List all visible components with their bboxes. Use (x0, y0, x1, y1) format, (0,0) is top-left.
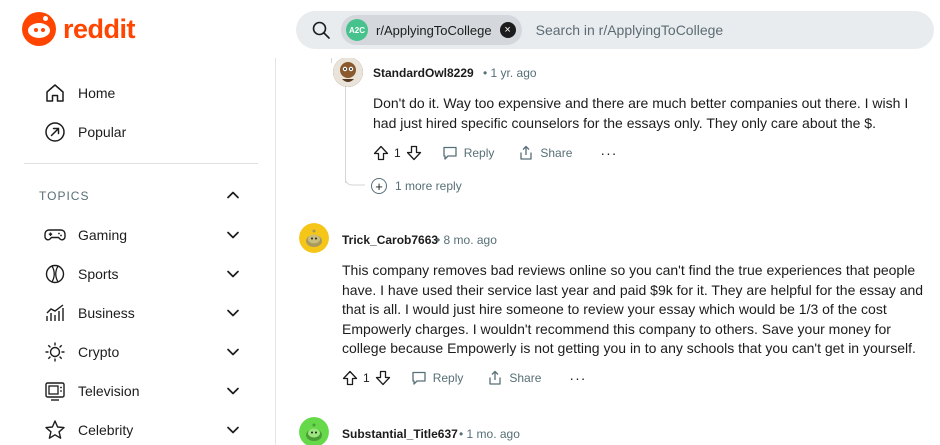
comments-area: StandardOwl8229 • 1 yr. ago Don't do it.… (276, 58, 940, 445)
comment-bubble-icon (443, 146, 457, 160)
snoo-avatar-icon (299, 417, 329, 445)
sidebar-item-label: Gaming (78, 227, 128, 243)
chevron-down-icon[interactable] (225, 422, 241, 438)
sidebar-item-label: Celebrity (78, 422, 134, 438)
logo-text: reddit (63, 13, 136, 44)
more-options-icon[interactable]: ··· (569, 370, 586, 386)
share-label: Share (540, 146, 573, 160)
expand-plus-icon: + (371, 178, 387, 194)
comment-line: college because Empowerly is not getting… (342, 340, 916, 356)
sidebar-item-label: Television (78, 383, 140, 399)
gamepad-icon (44, 229, 66, 241)
downvote-icon (406, 145, 421, 161)
chart-icon (46, 304, 64, 321)
chevron-down-icon[interactable] (225, 383, 241, 399)
sidebar-item-label: Popular (78, 124, 127, 140)
chevron-up-icon[interactable] (225, 187, 241, 203)
subreddit-chip-label: r/ApplyingToCollege (376, 22, 492, 38)
ball-icon (45, 264, 65, 284)
more-options-icon[interactable]: ··· (600, 145, 617, 161)
sidebar-item-home[interactable]: Home (44, 81, 115, 105)
divider (24, 163, 258, 164)
chevron-down-icon[interactable] (225, 227, 241, 243)
avatar[interactable] (299, 417, 329, 445)
thread-line (331, 58, 332, 63)
downvote-icon (375, 370, 390, 386)
share-label: Share (509, 371, 542, 385)
vote-count: 1 (363, 371, 370, 385)
downvote-button[interactable] (375, 370, 391, 386)
reply-button[interactable]: Reply (411, 370, 464, 386)
sidebar-item-gaming[interactable]: Gaming (44, 223, 127, 247)
avatar[interactable] (333, 58, 363, 87)
sidebar-item-business[interactable]: Business (44, 301, 135, 325)
chevron-down-icon[interactable] (225, 305, 241, 321)
more-replies-button[interactable]: + 1 more reply (371, 178, 462, 194)
sidebar-item-label: Home (78, 85, 116, 101)
comment-timestamp[interactable]: • 1 yr. ago (483, 66, 537, 80)
upvote-icon (342, 370, 358, 386)
reply-label: Reply (432, 371, 464, 385)
snoo-avatar-icon (299, 223, 329, 253)
comment-actions: 1 Reply Share ··· (373, 141, 617, 165)
upvote-icon (373, 145, 389, 161)
sidebar-item-sports[interactable]: Sports (44, 262, 118, 286)
comment-timestamp[interactable]: • 8 mo. ago (436, 233, 497, 247)
reddit-logo[interactable]: reddit (22, 12, 136, 46)
sidebar-item-popular[interactable]: Popular (44, 120, 126, 144)
comment-line: Don't do it. Way too expensive and there… (373, 95, 909, 111)
close-icon[interactable]: × (499, 22, 516, 38)
avatar[interactable] (299, 223, 329, 253)
star-icon (45, 420, 65, 439)
comment-username[interactable]: Substantial_Title637 (342, 427, 458, 441)
comment-line: Empowerly charges. I wouldn't recommend … (342, 320, 891, 337)
search-bar[interactable]: A2C r/ApplyingToCollege × Search in r/Ap… (296, 11, 934, 49)
thread-curve (345, 168, 365, 186)
comment-line: had just hired specific counselors for t… (373, 114, 876, 131)
comment-body: This company removes bad reviews online … (342, 261, 923, 359)
sidebar-item-label: Business (78, 305, 135, 321)
topics-header[interactable]: TOPICS (39, 189, 89, 203)
share-button[interactable]: Share (487, 370, 541, 386)
comment-body: Don't do it. Way too expensive and there… (373, 94, 908, 133)
reply-label: Reply (463, 146, 495, 160)
user-avatar-icon (333, 58, 363, 87)
sidebar-item-celebrity[interactable]: Celebrity (44, 418, 133, 442)
comment-timestamp[interactable]: • 1 mo. ago (459, 427, 520, 441)
subreddit-filter-chip[interactable]: A2C r/ApplyingToCollege × (341, 15, 522, 45)
subreddit-avatar: A2C (346, 19, 368, 41)
downvote-button[interactable] (406, 145, 422, 161)
comment-actions: 1 Reply Share ··· (342, 366, 586, 390)
left-sidebar: Home Popular TOPICS Gaming Sports Busine… (0, 58, 276, 445)
comment-line: that is all. I would just hire someone t… (342, 301, 887, 317)
share-icon (489, 370, 502, 385)
vote-count: 1 (394, 146, 401, 160)
popular-arrow-icon (45, 122, 65, 142)
tv-icon (45, 382, 65, 401)
chevron-down-icon[interactable] (225, 344, 241, 360)
top-header: reddit A2C r/ApplyingToCollege × Search … (0, 0, 940, 58)
sidebar-item-crypto[interactable]: Crypto (44, 340, 119, 364)
search-icon (312, 21, 330, 39)
share-icon (520, 145, 533, 160)
crypto-icon (45, 342, 65, 362)
home-icon (46, 84, 64, 102)
upvote-button[interactable] (373, 145, 389, 161)
comment-line: This company removes bad reviews online … (342, 262, 916, 278)
share-button[interactable]: Share (518, 145, 572, 161)
search-input[interactable]: Search in r/ApplyingToCollege (536, 22, 724, 38)
sidebar-item-label: Sports (78, 266, 119, 282)
sidebar-item-label: Crypto (78, 344, 120, 360)
reddit-snoo-icon (22, 12, 56, 46)
comment-username[interactable]: StandardOwl8229 (373, 66, 474, 80)
reply-button[interactable]: Reply (442, 145, 495, 161)
comment-line: have. I have used their service last yea… (342, 281, 924, 298)
upvote-button[interactable] (342, 370, 358, 386)
chevron-down-icon[interactable] (225, 266, 241, 282)
more-replies-label: 1 more reply (395, 179, 462, 193)
comment-username[interactable]: Trick_Carob7663 (342, 233, 438, 247)
sidebar-item-television[interactable]: Television (44, 379, 139, 403)
comment-bubble-icon (412, 371, 426, 385)
